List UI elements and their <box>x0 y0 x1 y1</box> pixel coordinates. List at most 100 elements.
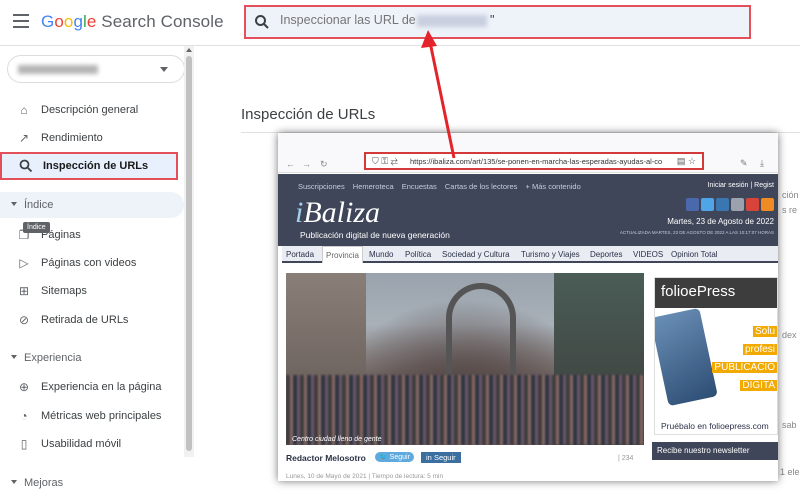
topnav-link[interactable]: + Más contenido <box>526 182 581 191</box>
search-icon <box>19 159 33 173</box>
article-dateline: Lunes, 10 de Mayo de 2021 | Tiempo de le… <box>286 473 444 480</box>
sidebar-item-url-inspection[interactable]: Inspección de URLs <box>0 152 178 180</box>
background-text: 1 ele <box>780 467 800 477</box>
photo-crowd <box>286 375 644 445</box>
logo-google-text: Google <box>41 12 97 31</box>
sidebar-item-page-experience[interactable]: ⊕ Experiencia en la página <box>0 373 184 401</box>
browser-toolbar: ← → ↻ ⛉ ⚿ ⇄ https://ibaliza.com/art/135/… <box>278 133 778 173</box>
url-inspection-input[interactable] <box>280 13 730 27</box>
section-label: Mejoras <box>24 477 64 489</box>
phone-image <box>655 307 718 407</box>
sidebar-item-label: Experiencia en la página <box>41 381 162 393</box>
collapse-icon <box>11 355 17 359</box>
background-text: dex <box>782 330 797 340</box>
sidebar-item-core-web-vitals[interactable]: ◔ Métricas web principales <box>0 402 184 430</box>
section-index[interactable]: Índice <box>0 192 184 218</box>
sidebar-scrollbar[interactable] <box>184 46 194 457</box>
linkedin-follow-button[interactable]: in Seguir <box>421 452 461 463</box>
shield-lock-icon: ⛉ ⚿ ⇄ <box>372 156 398 166</box>
menu-item[interactable]: Sociedad y Cultura <box>442 250 510 259</box>
ad-text: PUBLICACIO <box>712 362 777 373</box>
youtube-icon[interactable] <box>746 198 759 211</box>
topnav-link[interactable]: Hemeroteca <box>353 182 394 191</box>
menu-item[interactable]: Portada <box>286 250 314 259</box>
plus-circle-icon: ⊕ <box>18 380 30 394</box>
sidebar-item-label: Sitemaps <box>41 285 87 297</box>
sidebar: ⌂ Descripción general ↗ Rendimiento Insp… <box>0 46 194 503</box>
section-label: Experiencia <box>24 352 82 364</box>
site-topnav: Suscripciones Hemeroteca Encuestas Carta… <box>298 182 587 191</box>
menu-icon[interactable] <box>13 14 29 28</box>
tools-icon[interactable]: ✎ <box>740 158 748 169</box>
reload-icon[interactable]: ↻ <box>320 159 328 170</box>
forward-icon[interactable]: → <box>302 159 311 169</box>
facebook-icon[interactable] <box>686 198 699 211</box>
section-label: Índice <box>24 199 54 211</box>
ad-text: DIGITA <box>740 380 777 391</box>
menu-item[interactable]: Turismo y Viajes <box>521 250 580 259</box>
sidebar-item-removals[interactable]: ⊘ Retirada de URLs <box>0 306 184 334</box>
search-console-logo[interactable]: Google Search Console <box>41 12 224 32</box>
page-title: Inspección de URLs <box>241 106 376 123</box>
section-improvements[interactable]: Mejoras <box>0 470 184 496</box>
twitter-icon: 🐦 <box>379 454 388 461</box>
section-experience[interactable]: Experiencia <box>0 345 184 371</box>
sidebar-item-mobile-usability[interactable]: ▯ Usabilidad móvil <box>0 430 184 458</box>
sidebar-item-label: Rendimiento <box>41 132 103 144</box>
browser-screenshot: ← → ↻ ⛉ ⚿ ⇄ https://ibaliza.com/art/135/… <box>278 133 778 481</box>
site-logo-text: Baliza <box>303 196 381 229</box>
redacted-property <box>18 65 98 74</box>
sitemap-icon: ⊞ <box>18 284 30 298</box>
menu-item-active[interactable]: Provincia <box>322 246 363 263</box>
article-photo[interactable]: Centro ciudad lleno de gente <box>286 273 644 445</box>
menu-item[interactable]: VIDEOS <box>633 250 663 259</box>
back-icon[interactable]: ← <box>286 159 295 169</box>
bookmark-icon[interactable]: ▤ ☆ <box>677 156 696 167</box>
topnav-link[interactable]: Suscripciones <box>298 182 345 191</box>
search-icon <box>255 15 269 29</box>
article-author[interactable]: Redactor Melosotro <box>286 453 366 463</box>
sidebar-item-sitemaps[interactable]: ⊞ Sitemaps <box>0 277 184 305</box>
app-header: Google Search Console " <box>0 0 800 46</box>
menu-item[interactable]: Política <box>405 250 431 259</box>
sidebar-item-overview[interactable]: ⌂ Descripción general <box>0 96 184 124</box>
index-tooltip: Índice <box>23 222 50 233</box>
background-text: ción <box>782 190 799 200</box>
redacted-domain <box>417 15 487 27</box>
menu-item[interactable]: Mundo <box>369 250 393 259</box>
site-tagline: Publicación digital de nueva generación <box>300 230 450 240</box>
sidebar-item-label: Páginas con videos <box>41 257 137 269</box>
scrollbar-thumb[interactable] <box>186 56 192 451</box>
twitter-icon[interactable] <box>701 198 714 211</box>
site-header: Suscripciones Hemeroteca Encuestas Carta… <box>278 174 778 246</box>
twitter-follow-button[interactable]: 🐦 Seguir <box>375 452 414 462</box>
address-bar[interactable]: ⛉ ⚿ ⇄ https://ibaliza.com/art/135/se-pon… <box>364 152 704 170</box>
menu-item[interactable]: Deportes <box>590 250 622 259</box>
topnav-link[interactable]: Encuestas <box>402 182 437 191</box>
instagram-icon[interactable] <box>731 198 744 211</box>
photo-sculpture <box>446 283 516 383</box>
sidebar-item-video-pages[interactable]: ▷ Páginas con videos <box>0 249 184 277</box>
site-logo[interactable]: iBaliza <box>295 196 380 230</box>
site-date: Martes, 23 de Agosto de 2022 <box>667 217 774 226</box>
view-count: | 234 <box>618 455 634 462</box>
menu-item[interactable]: Opinion Total <box>671 250 718 259</box>
rss-icon[interactable] <box>761 198 774 211</box>
url-inspection-search[interactable]: " <box>244 5 751 39</box>
sidebar-item-performance[interactable]: ↗ Rendimiento <box>0 124 184 152</box>
collapse-icon <box>11 480 17 484</box>
folioepress-ad[interactable]: folioePress Solu profesi PUBLICACIO DIGI… <box>654 277 778 435</box>
login-link[interactable]: Iniciar sesión | Regist <box>708 182 774 189</box>
video-pages-icon: ▷ <box>19 256 29 270</box>
follow-label: Seguir <box>433 453 456 462</box>
property-selector[interactable] <box>7 55 185 83</box>
topnav-link[interactable]: Cartas de los lectores <box>445 182 518 191</box>
photo-caption: Centro ciudad lleno de gente <box>292 436 382 443</box>
logo-product-text: Search Console <box>101 12 224 31</box>
scroll-up-icon[interactable] <box>186 48 192 52</box>
site-updated: ACTUALIZADA MARTES, 23 DE AGOSTO DE 2022… <box>619 230 774 235</box>
download-icon[interactable]: ⤓ <box>760 158 764 169</box>
linkedin-icon[interactable] <box>716 198 729 211</box>
home-icon: ⌂ <box>20 103 28 117</box>
social-icons <box>684 198 774 216</box>
